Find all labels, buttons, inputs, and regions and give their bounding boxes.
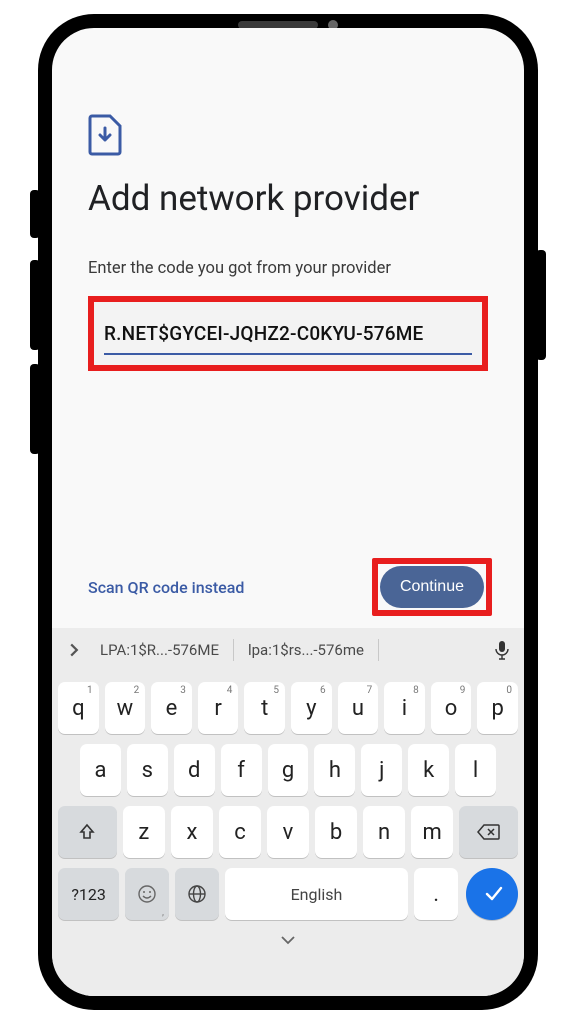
nav-collapse-icon[interactable] — [58, 930, 518, 950]
scan-qr-link[interactable]: Scan QR code instead — [88, 578, 244, 597]
key-emoji[interactable]: , — [125, 868, 169, 920]
key-enter[interactable] — [466, 868, 518, 920]
key-k[interactable]: k — [408, 744, 449, 796]
keyboard-row: z x c v b n m — [58, 806, 518, 858]
expand-suggestions-icon[interactable] — [62, 638, 86, 662]
key-y[interactable]: y6 — [291, 682, 332, 734]
key-s[interactable]: s — [127, 744, 168, 796]
phone-screen: Add network provider Enter the code you … — [52, 28, 524, 996]
key-d[interactable]: d — [174, 744, 215, 796]
key-p[interactable]: p0 — [477, 682, 518, 734]
divider — [233, 639, 234, 661]
key-b[interactable]: b — [315, 806, 357, 858]
key-c[interactable]: c — [219, 806, 261, 858]
key-backspace[interactable] — [459, 806, 518, 858]
key-l[interactable]: l — [455, 744, 496, 796]
key-i[interactable]: i8 — [384, 682, 425, 734]
keyboard-row: q1 w2 e3 r4 t5 y6 u7 i8 o9 p0 — [58, 682, 518, 734]
suggestion-item[interactable]: LPA:1$R...-576ME — [94, 641, 225, 659]
key-g[interactable]: g — [268, 744, 309, 796]
key-m[interactable]: m — [411, 806, 453, 858]
continue-button[interactable]: Continue — [380, 566, 484, 608]
page-title: Add network provider — [88, 178, 488, 219]
key-shift[interactable] — [58, 806, 117, 858]
key-r[interactable]: r4 — [198, 682, 239, 734]
mic-icon[interactable] — [490, 638, 514, 662]
key-v[interactable]: v — [267, 806, 309, 858]
key-e[interactable]: e3 — [151, 682, 192, 734]
main-content: Add network provider Enter the code you … — [52, 74, 524, 371]
key-w[interactable]: w2 — [105, 682, 146, 734]
key-a[interactable]: a — [80, 744, 121, 796]
page-subtitle: Enter the code you got from your provide… — [88, 259, 488, 278]
phone-frame: Add network provider Enter the code you … — [38, 14, 538, 1010]
key-period[interactable]: . — [414, 868, 458, 920]
key-j[interactable]: j — [361, 744, 402, 796]
key-x[interactable]: x — [171, 806, 213, 858]
activation-code-input[interactable] — [104, 318, 472, 355]
keyboard-suggestion-bar: LPA:1$R...-576ME lpa:1$rs...-576me — [52, 628, 524, 672]
key-symbols[interactable]: ?123 — [58, 868, 119, 920]
key-language[interactable] — [175, 868, 219, 920]
key-u[interactable]: u7 — [338, 682, 379, 734]
sim-download-icon — [88, 114, 122, 156]
key-n[interactable]: n — [363, 806, 405, 858]
action-row: Scan QR code instead Continue — [88, 558, 492, 616]
key-o[interactable]: o9 — [431, 682, 472, 734]
suggestion-item[interactable]: lpa:1$rs...-576me — [242, 641, 370, 659]
keyboard: q1 w2 e3 r4 t5 y6 u7 i8 o9 p0 a s d f g … — [52, 672, 524, 996]
keyboard-row: a s d f g h j k l — [58, 744, 518, 796]
key-h[interactable]: h — [314, 744, 355, 796]
divider — [378, 639, 379, 661]
key-f[interactable]: f — [221, 744, 262, 796]
keyboard-row: ?123 , English . — [58, 868, 518, 920]
key-t[interactable]: t5 — [244, 682, 285, 734]
key-z[interactable]: z — [123, 806, 165, 858]
continue-button-highlight: Continue — [372, 558, 492, 616]
key-space[interactable]: English — [225, 868, 409, 920]
code-input-highlight — [88, 296, 488, 371]
key-q[interactable]: q1 — [58, 682, 99, 734]
